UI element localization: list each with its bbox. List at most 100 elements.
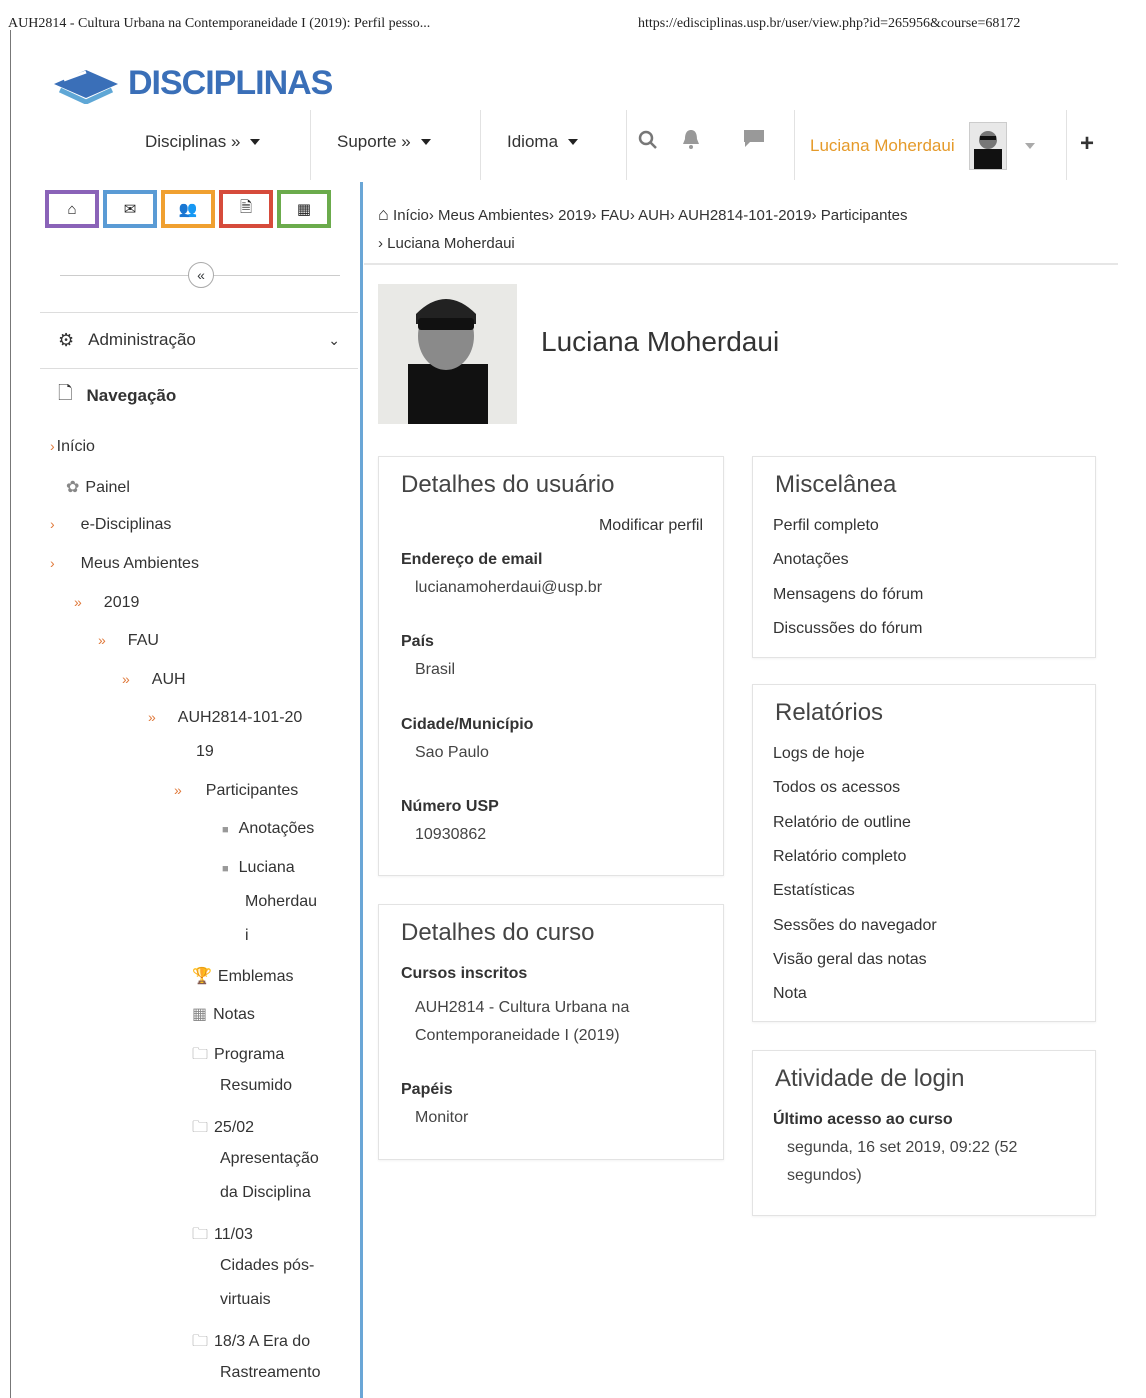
card-title: Relatórios bbox=[775, 699, 884, 726]
tree-label: 11/03 bbox=[214, 1226, 253, 1243]
collapse-drawer-button[interactable]: « bbox=[188, 262, 214, 288]
reports-link[interactable]: Nota bbox=[773, 985, 807, 1003]
role-value: Monitor bbox=[415, 1109, 469, 1126]
home-icon: ⌂ bbox=[67, 200, 77, 218]
tree-item-course[interactable]: » AUH2814-101-20 bbox=[148, 709, 302, 727]
caret-down-icon bbox=[420, 139, 431, 145]
reports-link[interactable]: Relatório de outline bbox=[773, 814, 911, 832]
user-menu[interactable]: Luciana Moherdaui bbox=[810, 122, 1035, 170]
expand-arrow-icon: › bbox=[50, 516, 55, 532]
messages-button[interactable]: ✉ bbox=[103, 190, 157, 228]
reports-link[interactable]: Estatísticas bbox=[773, 882, 855, 900]
nav-suporte-menu[interactable]: Suporte » bbox=[337, 132, 431, 152]
reports-link[interactable]: Visão geral das notas bbox=[773, 951, 927, 969]
site-logo[interactable]: DISCIPLINAS bbox=[50, 58, 333, 108]
tree-item-2502[interactable]: 🗀 25/02 bbox=[192, 1116, 254, 1143]
tree-item-2019[interactable]: » 2019 bbox=[74, 594, 139, 612]
last-access-value: segunda, 16 set 2019, 09:22 (52 bbox=[787, 1139, 1018, 1156]
tree-label: 18/3 A Era do bbox=[214, 1333, 311, 1350]
participants-button[interactable]: 👥 bbox=[161, 190, 215, 228]
notifications-button[interactable] bbox=[680, 128, 702, 150]
file-icon: 🗎 bbox=[239, 198, 253, 216]
table-icon: ▦ bbox=[192, 1006, 208, 1023]
reports-link[interactable]: Relatório completo bbox=[773, 848, 906, 866]
tree-label: Participantes bbox=[205, 782, 299, 799]
navigation-block[interactable]: 🗋 Navegação bbox=[40, 368, 358, 423]
expand-arrow-icon: » bbox=[98, 632, 106, 648]
tree-item-inicio[interactable]: › Início bbox=[50, 438, 95, 456]
messages-button[interactable] bbox=[742, 128, 766, 150]
profile-photo bbox=[378, 284, 517, 424]
tree-label-cont: 19 bbox=[196, 743, 214, 760]
misc-link[interactable]: Discussões do fórum bbox=[773, 620, 922, 638]
nav-idioma-menu[interactable]: Idioma bbox=[507, 132, 579, 152]
search-icon bbox=[638, 130, 657, 149]
tree-label: FAU bbox=[127, 632, 159, 649]
search-button[interactable] bbox=[638, 130, 658, 150]
notes-button[interactable]: 🗎 bbox=[219, 190, 273, 228]
home-icon: ⌂ bbox=[378, 204, 389, 224]
tree-label: e-Disciplinas bbox=[80, 516, 172, 533]
misc-link[interactable]: Anotações bbox=[773, 551, 849, 569]
tree-item-edisciplinas[interactable]: › e-Disciplinas bbox=[50, 516, 171, 534]
enrolled-course-link-cont[interactable]: Contemporaneidade I (2019) bbox=[415, 1027, 620, 1045]
reports-link[interactable]: Sessões do navegador bbox=[773, 917, 937, 935]
tree-label: Anotações bbox=[238, 820, 315, 837]
tree-label: AUH2814-101-20 bbox=[177, 709, 303, 726]
administration-block[interactable]: ⚙ Administração ⌄ bbox=[40, 312, 358, 367]
tree-item-emblemas[interactable]: 🏆 Emblemas bbox=[192, 966, 294, 986]
nav-disciplinas-menu[interactable]: Disciplinas » bbox=[145, 132, 261, 152]
tree-item-programa[interactable]: 🗀 Programa bbox=[192, 1043, 284, 1070]
enrolled-courses-label: Cursos inscritos bbox=[401, 965, 528, 982]
reports-link[interactable]: Logs de hoje bbox=[773, 745, 865, 763]
caret-down-icon bbox=[250, 139, 261, 145]
tree-item-painel[interactable]: ✿ Painel bbox=[66, 477, 130, 497]
navigation-title: Navegação bbox=[86, 386, 177, 405]
tree-label: Emblemas bbox=[217, 968, 294, 985]
tree-label: AUH bbox=[151, 671, 186, 688]
nav-suporte-label: Suporte » bbox=[337, 132, 411, 151]
tree-item-notas[interactable]: ▦ Notas bbox=[192, 1004, 255, 1024]
bullet-icon: ■ bbox=[222, 824, 229, 836]
tree-item-1103[interactable]: 🗀 11/03 bbox=[192, 1223, 253, 1250]
tree-item-1803[interactable]: 🗀 18/3 A Era do bbox=[192, 1330, 310, 1357]
nav-divider bbox=[794, 110, 795, 180]
tree-label-cont: Cidades pós- bbox=[220, 1257, 315, 1274]
roles-label: Papéis bbox=[401, 1081, 453, 1098]
grades-button[interactable]: ▦ bbox=[277, 190, 331, 228]
tree-item-meus-ambientes[interactable]: › Meus Ambientes bbox=[50, 555, 199, 573]
file-icon: 🗋 bbox=[58, 383, 73, 403]
expand-arrow-icon: › bbox=[50, 555, 55, 571]
tree-label-cont: Resumido bbox=[220, 1077, 293, 1094]
gears-icon: ⚙ bbox=[58, 329, 75, 350]
home-button[interactable]: ⌂ bbox=[45, 190, 99, 228]
nav-divider bbox=[626, 110, 627, 180]
expand-arrow-icon: › bbox=[50, 438, 55, 454]
add-block-button[interactable]: + bbox=[1080, 130, 1094, 158]
breadcrumb-current: › Luciana Moherdaui bbox=[378, 235, 515, 252]
plus-icon: + bbox=[1080, 130, 1095, 157]
misc-link[interactable]: Perfil completo bbox=[773, 517, 879, 535]
reports-card: Relatórios Logs de hoje Todos os acessos R… bbox=[752, 684, 1096, 1022]
dashboard-icon: ✿ bbox=[66, 479, 80, 496]
caret-down-icon bbox=[568, 139, 579, 145]
enrolled-course-link[interactable]: AUH2814 - Cultura Urbana na bbox=[415, 999, 629, 1017]
reports-link[interactable]: Todos os acessos bbox=[773, 779, 900, 797]
misc-link[interactable]: Mensagens do fórum bbox=[773, 586, 923, 604]
grid-icon: ▦ bbox=[296, 201, 312, 218]
breadcrumb-line[interactable]: ⌂ Início› Meus Ambientes› 2019› FAU› AUH… bbox=[378, 200, 1078, 230]
email-value[interactable]: lucianamoherdaui@usp.br bbox=[415, 579, 602, 597]
user-menu-name: Luciana Moherdaui bbox=[810, 136, 955, 155]
folder-icon: 🗀 bbox=[192, 1046, 209, 1063]
tree-item-fau[interactable]: » FAU bbox=[98, 632, 159, 650]
tree-item-luciana[interactable]: ■ Luciana bbox=[222, 859, 295, 877]
breadcrumb: ⌂ Início› Meus Ambientes› 2019› FAU› AUH… bbox=[378, 200, 1078, 258]
expand-arrow-icon: » bbox=[174, 782, 182, 798]
tree-item-participantes[interactable]: » Participantes bbox=[174, 782, 298, 800]
avatar bbox=[968, 122, 1007, 170]
user-details-card: Detalhes do usuário Modificar perfil End… bbox=[378, 456, 724, 876]
tree-item-anotacoes[interactable]: ■ Anotações bbox=[222, 820, 314, 838]
folder-icon: 🗀 bbox=[192, 1333, 209, 1350]
tree-item-auh[interactable]: » AUH bbox=[122, 671, 186, 689]
edit-profile-link[interactable]: Modificar perfil bbox=[599, 517, 703, 535]
